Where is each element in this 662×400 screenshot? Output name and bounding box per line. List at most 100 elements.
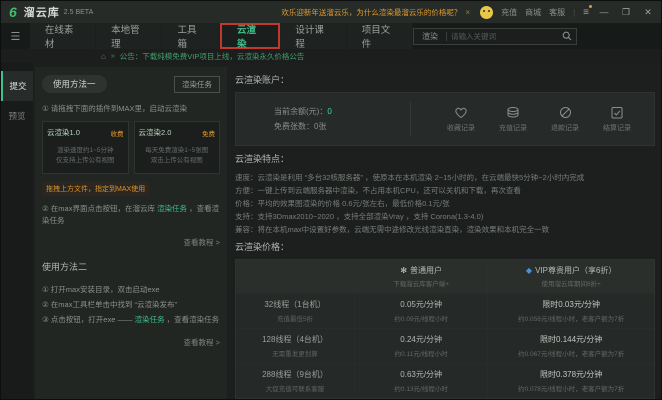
- tab-local-manage[interactable]: 本地管理: [96, 23, 162, 49]
- render-tasks-inline-link[interactable]: 渲染任务: [157, 204, 187, 213]
- clipboard-check-icon: [611, 106, 623, 119]
- search-divider: [446, 32, 447, 41]
- block-icon: [559, 106, 572, 119]
- account-divider: [410, 102, 411, 136]
- balance-value: 0: [327, 107, 331, 116]
- rail-item-preview[interactable]: 预览: [1, 101, 33, 131]
- render-tasks-button[interactable]: 渲染任务: [174, 76, 220, 93]
- plugin-v2-desc1: 每天免费渲染1~5张图: [139, 146, 216, 156]
- rail-item-submit[interactable]: 提交: [1, 71, 33, 101]
- user-avatar[interactable]: [480, 6, 493, 19]
- nav-tabs: 在线素材 本地管理 工具箱 云渲染 设计课程 项目文件: [30, 23, 413, 49]
- plugin-v1-tag: 收费: [111, 128, 124, 138]
- tab-online-assets[interactable]: 在线素材: [30, 23, 96, 49]
- search-input[interactable]: [451, 32, 562, 41]
- plugin-v2-title: 云渲染2.0: [139, 127, 172, 138]
- price-col-standard: ✻普通用户 下载溜云库客户端+: [354, 260, 487, 293]
- method-two-step-3: ③ 点击按钮，打开exe —— 渲染任务 ，查看渲染任务: [42, 312, 220, 327]
- account-shortcuts: 收藏记录 充值记录 退款记录 结算记录: [447, 106, 631, 133]
- step-1-text: ① 请拖拽下面的插件到MAX里，启动云渲染: [42, 103, 220, 115]
- close-button[interactable]: ✕: [641, 7, 655, 18]
- search-box[interactable]: 渲染: [413, 28, 577, 45]
- plugin-card-v2[interactable]: 云渲染2.0 免费 每天免费渲染1~5张图 双击上传公有视图: [134, 121, 221, 174]
- shortcut-statement-records[interactable]: 结算记录: [603, 106, 631, 133]
- account-heading: 云渲染账户：: [235, 73, 655, 86]
- feature-speed: 速度：云渲染是利用 “多台32核服务器” ，使原本在本机渲染 2~15小时的，在…: [235, 171, 655, 184]
- support-link[interactable]: 客服: [549, 7, 565, 18]
- plugin-v2-desc2: 双击上传公有视图: [139, 156, 216, 166]
- price-row-32: 32线程（1台机）充值最低5折 0.05元/分钟约0.09元/线程小时 限时0.…: [236, 293, 654, 328]
- price-table-header: ✻普通用户 下载溜云库客户端+ ◆VIP尊贵用户（享6折） 使用溜云库期间6折+: [236, 260, 654, 293]
- drag-tip-text: 拖拽上方文件，指定到MAX使用: [42, 182, 149, 196]
- plugin-v2-tag: 免费: [202, 128, 215, 138]
- method-one-button[interactable]: 使用方法一: [42, 75, 107, 93]
- app-logo-icon: 6: [9, 5, 17, 19]
- promo-banner-text: 欢乐迎新年送溜云乐，为什么渲染最溜云乐的价格呢？: [281, 7, 461, 18]
- render-tasks-inline-link-2[interactable]: 渲染任务: [135, 315, 165, 324]
- shortcut-recharge-records[interactable]: 充值记录: [499, 106, 527, 133]
- vip-diamond-icon: ◆: [526, 266, 532, 275]
- announcement-link[interactable]: 公告：下载纯模免费VIP项目上线，云渲染永久价格公告: [120, 51, 305, 62]
- features-heading: 云渲染特点：: [235, 152, 655, 165]
- main-menu-icon[interactable]: ≡: [583, 7, 589, 18]
- plugin-v1-desc2: 仅支持上传公有视图: [47, 156, 124, 166]
- feature-support: 支持：支持3Dmax2010~2020 ，支持全部渲染Vray ，支持 Coro…: [235, 210, 655, 223]
- heart-icon: [454, 106, 468, 119]
- app-title: 溜云库: [24, 4, 60, 20]
- method-two-step-1: ① 打开max安装目录，双击启动exe: [42, 282, 220, 297]
- titlebar-separator: |: [573, 8, 575, 17]
- banner-close-icon[interactable]: ×: [465, 8, 470, 17]
- account-balances: 当前余额(元)：0 免费张数：0张: [246, 104, 396, 134]
- info-panel: 云渲染账户： 当前余额(元)：0 免费张数：0张 收藏记录 充值记录: [229, 63, 661, 399]
- breadcrumb: ⌂ » 公告：下载纯模免费VIP项目上线，云渲染永久价格公告: [1, 49, 661, 63]
- method-two-heading: 使用方法二: [42, 260, 220, 273]
- titlebar-right: 充值 商城 客服 | ≡ — ❐ ✕: [480, 6, 655, 19]
- tab-project-files[interactable]: 项目文件: [347, 23, 413, 49]
- feature-price: 价格：平均的效果图渲染的价格 0.6元/张左右，最低价格0.1元/张: [235, 197, 655, 210]
- account-card: 当前余额(元)：0 免费张数：0张 收藏记录 充值记录 退款记录: [235, 92, 655, 146]
- usage-panel: 使用方法一 渲染任务 ① 请拖拽下面的插件到MAX里，启动云渲染 云渲染1.0 …: [35, 67, 227, 399]
- view-tutorial-link-1[interactable]: 查看教程 >: [42, 237, 220, 248]
- usage-panel-header: 使用方法一 渲染任务: [42, 75, 220, 93]
- balance-row: 当前余额(元)：0: [274, 104, 396, 119]
- app-window: 6 溜云库 2.5 BETA 欢乐迎新年送溜云乐，为什么渲染最溜云乐的价格呢？ …: [0, 0, 662, 400]
- plugin-card-v1[interactable]: 云渲染1.0 收费 渲染速度约1~5分钟 仅支持上传公有视图: [42, 121, 129, 174]
- nav-bar: ☰ 在线素材 本地管理 工具箱 云渲染 设计课程 项目文件 渲染: [1, 23, 661, 49]
- app-version: 2.5 BETA: [64, 9, 93, 16]
- tab-toolbox[interactable]: 工具箱: [162, 23, 219, 49]
- store-link[interactable]: 商城: [525, 7, 541, 18]
- price-heading: 云渲染价格：: [235, 240, 655, 253]
- snowflake-icon: ✻: [400, 266, 407, 275]
- side-rail: 提交 预览: [1, 63, 33, 399]
- maximize-button[interactable]: ❐: [619, 7, 633, 18]
- free-count-row: 免费张数：0张: [274, 119, 396, 134]
- feature-convenience: 方便：一键上传到云端服务器中渲染，不占用本机CPU，还可以关机和下载，再次查看: [235, 184, 655, 197]
- plugin-cards: 云渲染1.0 收费 渲染速度约1~5分钟 仅支持上传公有视图 云渲染2.0 免费…: [42, 121, 220, 174]
- home-icon[interactable]: ⌂: [101, 52, 106, 61]
- minimize-button[interactable]: —: [597, 7, 611, 17]
- free-count-value: 0张: [314, 122, 326, 131]
- search-icon[interactable]: [562, 31, 572, 41]
- recharge-link[interactable]: 充值: [501, 7, 517, 18]
- features-block: 速度：云渲染是利用 “多台32核服务器” ，使原本在本机渲染 2~15小时的，在…: [235, 171, 655, 236]
- price-col-empty: [236, 260, 354, 293]
- tab-design-course[interactable]: 设计课程: [280, 23, 346, 49]
- step-2-text: ② 在max界面点击按钮，在溜云库 渲染任务 ，查看渲染任务: [42, 203, 220, 227]
- coins-icon: [506, 106, 520, 119]
- breadcrumb-separator: »: [111, 53, 115, 60]
- price-row-288: 288线程（9台机）大促充值可联系客服 0.63元/分钟约0.13元/线程小时 …: [236, 363, 654, 398]
- price-table: ✻普通用户 下载溜云库客户端+ ◆VIP尊贵用户（享6折） 使用溜云库期间6折+…: [235, 259, 655, 399]
- notification-dot: [589, 5, 592, 8]
- content-area: 提交 预览 使用方法一 渲染任务 ① 请拖拽下面的插件到MAX里，启动云渲染 云…: [1, 63, 661, 399]
- search-category-dropdown[interactable]: 渲染: [418, 31, 442, 42]
- collapse-menu-icon[interactable]: ☰: [1, 23, 30, 49]
- titlebar: 6 溜云库 2.5 BETA 欢乐迎新年送溜云乐，为什么渲染最溜云乐的价格呢？ …: [1, 1, 661, 23]
- promo-banner[interactable]: 欢乐迎新年送溜云乐，为什么渲染最溜云乐的价格呢？ ×: [281, 7, 470, 18]
- step-2-prefix: ② 在max界面点击按钮，在溜云库: [42, 204, 157, 213]
- method-two-step-2: ② 在max工具栏单击中找到 “云渲染发布”: [42, 297, 220, 312]
- shortcut-favorites[interactable]: 收藏记录: [447, 106, 475, 133]
- shortcut-refund-records[interactable]: 退款记录: [551, 106, 579, 133]
- view-tutorial-link-2[interactable]: 查看教程 >: [42, 337, 220, 348]
- tab-cloud-render[interactable]: 云渲染: [220, 23, 280, 49]
- feature-compat: 兼容：将在本机max中设置好参数，云端无需中途修改光线渲染直染，渲染效果和本机完…: [235, 223, 655, 236]
